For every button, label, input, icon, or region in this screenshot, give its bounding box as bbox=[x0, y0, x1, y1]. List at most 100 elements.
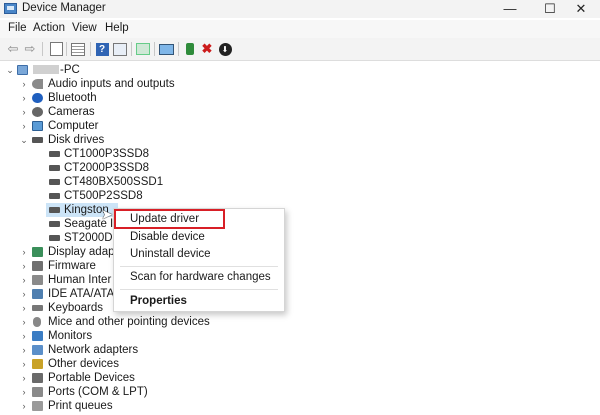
menu-separator bbox=[120, 289, 278, 290]
toolbar-separator bbox=[90, 42, 91, 56]
category-label: Network adapters bbox=[48, 344, 139, 356]
computer-icon bbox=[17, 65, 28, 75]
chevron-right-icon[interactable]: › bbox=[20, 301, 28, 315]
disk-item[interactable]: CT1000P3SSD8 bbox=[0, 147, 300, 161]
computer-icon bbox=[32, 121, 43, 131]
disk-drive-icon bbox=[49, 235, 60, 241]
category-label: Computer bbox=[48, 120, 99, 132]
device-tree: ⌄ -PC › Audio inputs and outputs › Bluet… bbox=[0, 61, 600, 415]
category-label: Firmware bbox=[48, 260, 96, 272]
tree-category[interactable]: › Monitors bbox=[0, 329, 300, 343]
minimize-button[interactable]: — bbox=[491, 0, 529, 18]
category-label: IDE ATA/ATA bbox=[48, 288, 115, 300]
menu-item-disable-device[interactable]: Disable device bbox=[130, 231, 205, 243]
chevron-right-icon[interactable]: › bbox=[20, 287, 28, 301]
chevron-right-icon[interactable]: › bbox=[20, 329, 28, 343]
chevron-right-icon[interactable]: › bbox=[20, 343, 28, 357]
tree-category[interactable]: › Other devices bbox=[0, 357, 300, 371]
chevron-right-icon[interactable]: › bbox=[20, 385, 28, 399]
menu-file[interactable]: File bbox=[8, 22, 27, 34]
disk-label: CT500P2SSD8 bbox=[64, 190, 143, 202]
category-label: Audio inputs and outputs bbox=[48, 78, 175, 90]
disk-label: CT1000P3SSD8 bbox=[64, 148, 150, 160]
chevron-right-icon[interactable]: › bbox=[20, 371, 28, 385]
title-bar: Device Manager — ☐ ✕ bbox=[0, 0, 600, 18]
category-label: Other devices bbox=[48, 358, 119, 370]
chevron-right-icon[interactable]: › bbox=[20, 399, 28, 413]
tree-category[interactable]: › Mice and other pointing devices bbox=[0, 315, 300, 329]
camera-icon bbox=[32, 107, 43, 117]
tree-category[interactable]: › Print queues bbox=[0, 399, 300, 413]
keyboard-icon bbox=[32, 305, 43, 311]
update-driver-highlight-box bbox=[114, 209, 225, 229]
toolbar: ⇦ ⇨ ? ✖ ⬇ bbox=[0, 38, 600, 61]
tree-category[interactable]: › Computer bbox=[0, 119, 300, 133]
chevron-right-icon[interactable]: › bbox=[20, 357, 28, 371]
menu-help[interactable]: Help bbox=[105, 22, 129, 34]
disk-drive-icon bbox=[49, 165, 60, 171]
chevron-down-icon[interactable]: ⌄ bbox=[6, 63, 14, 77]
port-icon bbox=[32, 387, 43, 397]
chevron-right-icon[interactable]: › bbox=[20, 273, 28, 287]
device-view-icon[interactable] bbox=[112, 41, 128, 57]
window-title: Device Manager bbox=[22, 2, 106, 14]
firmware-icon bbox=[32, 261, 43, 271]
menu-action[interactable]: Action bbox=[33, 22, 65, 34]
category-label: Ports (COM & LPT) bbox=[48, 386, 148, 398]
chevron-right-icon[interactable]: › bbox=[20, 91, 28, 105]
download-icon[interactable]: ⬇ bbox=[217, 41, 233, 57]
chevron-right-icon[interactable]: › bbox=[20, 119, 28, 133]
back-icon[interactable]: ⇦ bbox=[5, 41, 21, 57]
category-label: Human Inter bbox=[48, 274, 112, 286]
list-view-icon[interactable] bbox=[70, 41, 86, 57]
disk-label: CT2000P3SSD8 bbox=[64, 162, 150, 174]
tree-category[interactable]: › Audio inputs and outputs bbox=[0, 77, 300, 91]
close-button[interactable]: ✕ bbox=[562, 0, 600, 18]
chevron-right-icon[interactable]: › bbox=[20, 315, 28, 329]
menu-view[interactable]: View bbox=[72, 22, 97, 34]
portable-device-icon bbox=[32, 373, 43, 383]
chevron-right-icon[interactable]: › bbox=[20, 77, 28, 91]
menu-item-properties[interactable]: Properties bbox=[130, 295, 187, 307]
tree-category[interactable]: › Cameras bbox=[0, 105, 300, 119]
scan-hardware-icon[interactable] bbox=[135, 41, 151, 57]
properties-view-icon[interactable] bbox=[48, 41, 64, 57]
ide-icon bbox=[32, 289, 43, 299]
category-label: Monitors bbox=[48, 330, 93, 342]
chevron-right-icon[interactable]: › bbox=[20, 105, 28, 119]
toolbar-separator bbox=[178, 42, 179, 56]
uninstall-icon[interactable]: ✖ bbox=[199, 41, 215, 57]
toolbar-separator bbox=[131, 42, 132, 56]
forward-icon[interactable]: ⇨ bbox=[22, 41, 38, 57]
disk-item[interactable]: CT2000P3SSD8 bbox=[0, 161, 300, 175]
toolbar-separator bbox=[66, 42, 67, 56]
category-label: Mice and other pointing devices bbox=[48, 316, 210, 328]
category-label: Display adapt bbox=[48, 246, 118, 258]
monitor-icon bbox=[32, 331, 43, 341]
tree-category[interactable]: › Portable Devices bbox=[0, 371, 300, 385]
chevron-right-icon[interactable]: › bbox=[20, 245, 28, 259]
tree-category-expanded[interactable]: ⌄ Disk drives bbox=[0, 133, 300, 147]
toolbar-separator bbox=[154, 42, 155, 56]
menu-item-scan-hardware[interactable]: Scan for hardware changes bbox=[130, 271, 271, 283]
category-label: Cameras bbox=[48, 106, 95, 118]
speaker-icon bbox=[32, 79, 43, 89]
category-label: Disk drives bbox=[48, 134, 105, 146]
hid-icon bbox=[32, 275, 43, 285]
disk-item[interactable]: CT480BX500SSD1 bbox=[0, 175, 300, 189]
tree-root[interactable]: ⌄ -PC bbox=[0, 63, 300, 77]
disk-drive-icon bbox=[49, 221, 60, 227]
tree-category[interactable]: › Network adapters bbox=[0, 343, 300, 357]
redacted-name bbox=[33, 65, 59, 75]
computer-monitor-icon[interactable] bbox=[158, 41, 174, 57]
disk-item[interactable]: CT500P2SSD8 bbox=[0, 189, 300, 203]
tree-category[interactable]: › Ports (COM & LPT) bbox=[0, 385, 300, 399]
menu-item-uninstall-device[interactable]: Uninstall device bbox=[130, 248, 211, 260]
device-manager-app-icon bbox=[4, 3, 17, 14]
add-driver-icon[interactable] bbox=[182, 41, 198, 57]
help-icon[interactable]: ? bbox=[94, 41, 110, 57]
chevron-down-icon[interactable]: ⌄ bbox=[20, 133, 28, 147]
bluetooth-icon bbox=[32, 93, 43, 103]
chevron-right-icon[interactable]: › bbox=[20, 259, 28, 273]
tree-category[interactable]: › Bluetooth bbox=[0, 91, 300, 105]
